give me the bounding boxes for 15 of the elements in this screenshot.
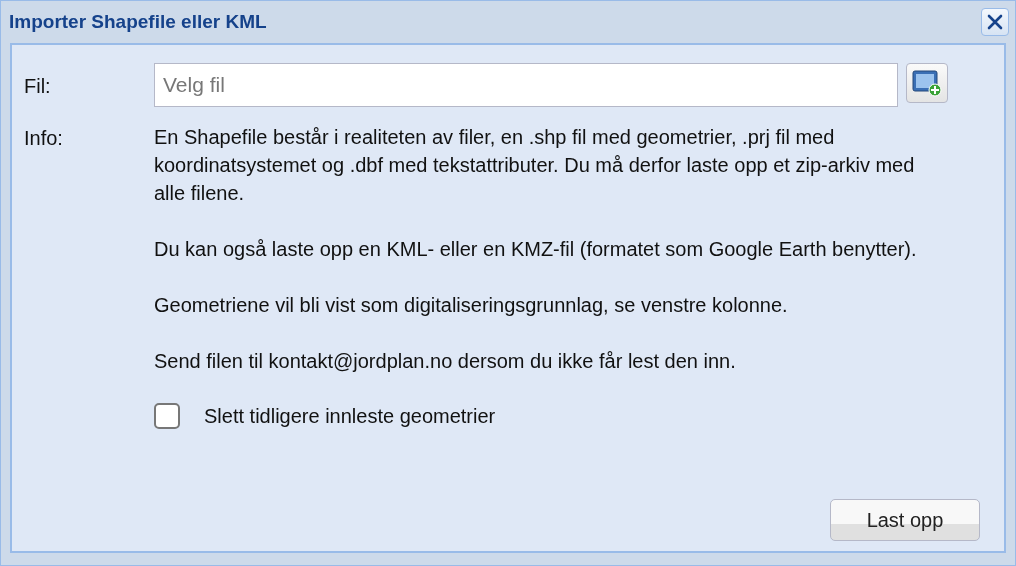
- close-button[interactable]: [981, 8, 1009, 36]
- close-icon: [986, 13, 1004, 31]
- window-title: Importer Shapefile eller KML: [9, 9, 267, 34]
- info-label: Info:: [24, 126, 64, 151]
- browse-button[interactable]: [906, 63, 948, 103]
- info-paragraph: Geometriene vil bli vist som digitaliseringsgrunnlag, se venstre kolonne.: [154, 293, 789, 318]
- info-paragraph: Du kan også laste opp en KML- eller en KMZ-fil (formatet som Google Earth benytter).: [154, 237, 918, 262]
- upload-button[interactable]: Last opp: [830, 499, 980, 541]
- info-paragraph: En Shapefile består i realiteten av filer, en .shp fil med geometrier, .prj fil med koordinatsystemet og .dbf med tekstattributer. Du må derfor laste opp et zip-arkiv med alle filene.: [154, 125, 916, 206]
- checkbox[interactable]: [154, 403, 180, 429]
- file-field[interactable]: Velg fil: [154, 63, 898, 107]
- checkbox-label: Slett tidligere innleste geometrier: [204, 404, 496, 429]
- add-image-icon: [912, 69, 942, 97]
- field-label: Fil:: [24, 74, 52, 99]
- info-paragraph: Send filen til kontakt@jordplan.no dersom du ikke får lest den inn.: [154, 349, 737, 374]
